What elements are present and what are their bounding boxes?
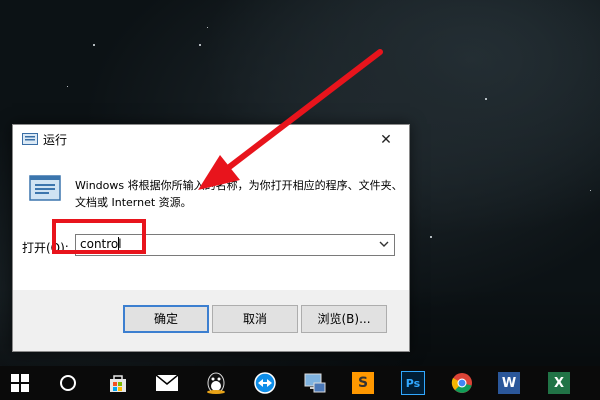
- sublime-label: S: [357, 375, 369, 391]
- cortana-circle-icon[interactable]: [56, 371, 80, 395]
- mail-icon[interactable]: [155, 371, 179, 395]
- photoshop-label: Ps: [405, 376, 421, 390]
- excel-label: X: [553, 375, 565, 391]
- taskbar: S Ps W X: [0, 366, 600, 400]
- sublime-text-icon[interactable]: S: [352, 372, 374, 394]
- store-icon[interactable]: [106, 371, 130, 395]
- photoshop-icon[interactable]: Ps: [401, 371, 425, 395]
- chrome-icon[interactable]: [450, 371, 474, 395]
- qq-icon[interactable]: [204, 371, 228, 395]
- excel-icon[interactable]: X: [548, 372, 570, 394]
- windows-start-icon[interactable]: [8, 371, 32, 395]
- red-arrow-annotation: [198, 49, 383, 190]
- network-computer-icon[interactable]: [303, 371, 327, 395]
- word-icon[interactable]: W: [498, 372, 520, 394]
- teamviewer-icon[interactable]: [253, 371, 277, 395]
- word-label: W: [501, 375, 517, 391]
